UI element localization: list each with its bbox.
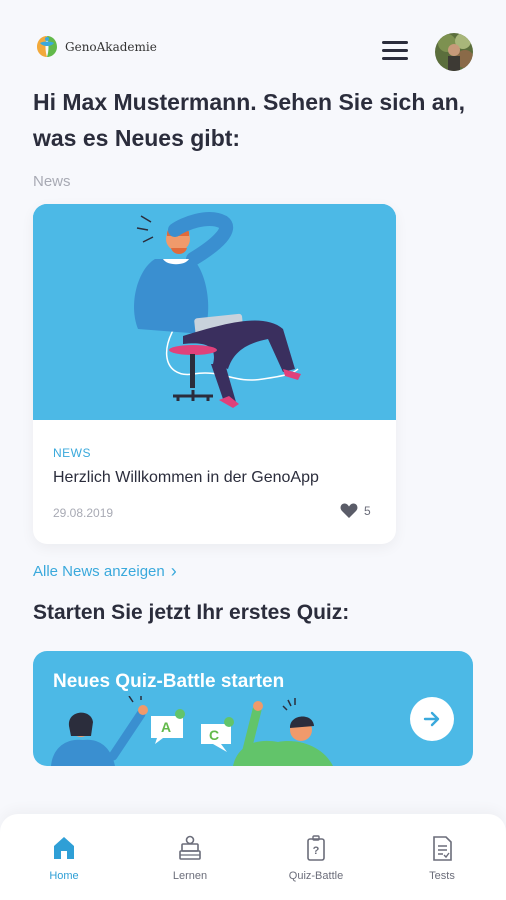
news-card[interactable]: NEWS Herzlich Willkommen in der GenoApp … <box>33 204 396 544</box>
news-title[interactable]: Herzlich Willkommen in der GenoApp <box>53 469 319 487</box>
nav-lernen[interactable]: Lernen <box>150 834 230 882</box>
books-icon <box>179 835 201 860</box>
quiz-battle-card[interactable]: Neues Quiz-Battle starten A C <box>33 651 473 766</box>
all-news-label: Alle News anzeigen <box>33 563 165 580</box>
nav-quiz-battle[interactable]: ? Quiz-Battle <box>276 834 356 882</box>
nav-tests[interactable]: Tests <box>402 834 482 882</box>
like-button[interactable]: 5 <box>340 503 371 519</box>
bubble-c-label: C <box>209 727 220 743</box>
nav-quiz-battle-label: Quiz-Battle <box>288 870 344 882</box>
heart-icon <box>340 503 358 518</box>
arrow-right-icon <box>423 711 440 727</box>
news-tag: NEWS <box>53 446 91 460</box>
app-header: GenoAkademie <box>0 0 506 90</box>
start-quiz-button[interactable] <box>410 697 454 741</box>
quiz-heading: Starten Sie jetzt Ihr erstes Quiz: <box>33 601 350 624</box>
tests-document-icon <box>433 836 452 861</box>
bubble-a-label: A <box>161 719 172 735</box>
home-icon <box>54 837 74 859</box>
quiz-card-title: Neues Quiz-Battle starten <box>53 671 285 692</box>
news-section-label: News <box>33 173 71 190</box>
all-news-link[interactable]: Alle News anzeigen › <box>33 561 177 581</box>
geno-leaf-logo-icon <box>37 36 57 57</box>
app-logo[interactable]: GenoAkademie <box>33 33 157 61</box>
hamburger-menu-icon[interactable] <box>382 41 408 61</box>
nav-tests-label: Tests <box>429 870 455 882</box>
quiz-illustration <box>51 696 333 766</box>
news-date: 29.08.2019 <box>53 506 114 520</box>
quiz-battle-icon: ? <box>307 835 325 861</box>
like-count: 5 <box>364 504 371 518</box>
logo-text: GenoAkademie <box>65 40 157 54</box>
svg-text:?: ? <box>313 845 320 857</box>
greeting-heading: Hi Max Mustermann. Sehen Sie sich an, wa… <box>33 89 466 151</box>
user-avatar[interactable] <box>435 33 473 71</box>
nav-lernen-label: Lernen <box>172 870 208 882</box>
news-illustration <box>33 204 396 420</box>
chevron-right-icon: › <box>170 561 177 581</box>
nav-home-label: Home <box>49 870 79 882</box>
bottom-navigation: Home Lernen ? Quiz-Battle Tests <box>0 814 506 900</box>
nav-home[interactable]: Home <box>24 834 104 882</box>
